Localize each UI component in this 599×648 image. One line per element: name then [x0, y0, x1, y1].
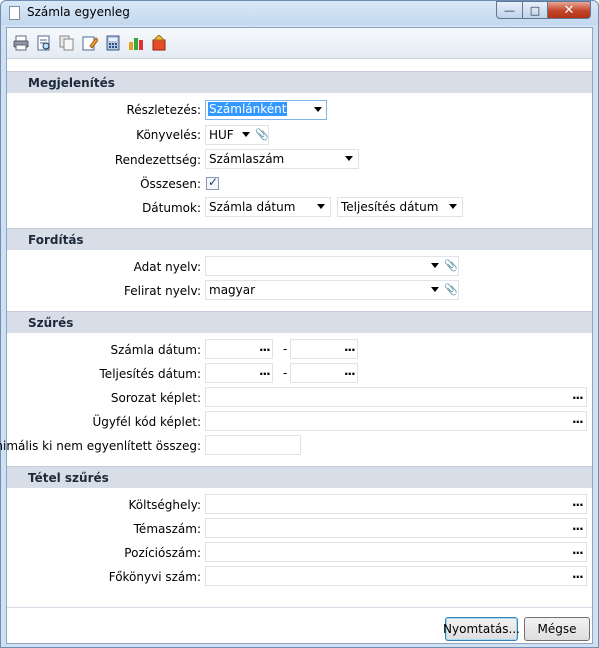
chart-icon[interactable]: [128, 35, 144, 51]
caption-language-label: Felirat nyelv:: [123, 284, 201, 298]
date-picker-icon[interactable]: ...: [344, 364, 356, 378]
export-icon[interactable]: [151, 34, 167, 51]
range-separator: -: [283, 366, 288, 380]
total-checkbox[interactable]: ✓: [206, 175, 219, 190]
section-translation-title: Fordítás: [28, 233, 84, 247]
cost-center-field[interactable]: ...: [205, 494, 587, 514]
invoice-date-label: Számla dátum:: [110, 343, 201, 357]
order-label: Rendezettség:: [114, 153, 201, 167]
calculator-icon[interactable]: [105, 35, 121, 51]
dates-label: Dátumok:: [142, 201, 201, 215]
checkmark-icon: ✓: [208, 175, 219, 189]
document-icon: [9, 6, 20, 20]
close-button[interactable]: ✕: [547, 1, 591, 19]
edit-icon[interactable]: [82, 35, 99, 51]
completion-date-to[interactable]: ...: [290, 363, 358, 383]
date1-select-value: Számla dátum: [209, 200, 296, 214]
section-filter-header: Szűrés: [7, 311, 592, 333]
min-amount-field[interactable]: [205, 435, 301, 455]
accounting-label: Könyvelés:: [136, 128, 201, 142]
topic-number-field[interactable]: ...: [205, 518, 587, 538]
date-picker-icon[interactable]: ...: [344, 340, 356, 354]
section-display-title: Megjelenítés: [28, 76, 115, 90]
print-button[interactable]: Nyomtatás...: [443, 617, 520, 641]
data-language-select[interactable]: 📎: [205, 256, 459, 276]
date2-select-value: Teljesítés dátum: [341, 200, 439, 214]
browse-icon[interactable]: ...: [572, 543, 584, 557]
caption-language-select[interactable]: magyar 📎: [205, 280, 459, 300]
chevron-down-icon: [449, 204, 457, 209]
title-bar[interactable]: Számla egyenleg — □ ✕: [1, 1, 598, 25]
detail-label: Részletezés:: [126, 103, 201, 117]
close-icon: ✕: [563, 2, 575, 18]
browse-icon[interactable]: ...: [572, 567, 584, 581]
detail-select[interactable]: Számlánként: [205, 100, 327, 120]
invoice-date-from[interactable]: ...: [205, 339, 273, 359]
chevron-down-icon: [317, 204, 325, 209]
section-item-filter-title: Tétel szűrés: [28, 471, 109, 485]
completion-date-from[interactable]: ...: [205, 363, 273, 383]
topic-number-label: Témaszám:: [133, 522, 201, 536]
maximize-button[interactable]: □: [522, 1, 548, 19]
chevron-down-icon: [431, 287, 439, 292]
section-filter-title: Szűrés: [28, 316, 74, 330]
series-formula-field[interactable]: ...: [205, 387, 587, 407]
accounting-select-value: HUF: [209, 128, 234, 142]
caption-language-value: magyar: [209, 283, 256, 297]
chevron-down-icon: [431, 263, 439, 268]
dialog-window: Számla egyenleg — □ ✕ Megjelenítés Részl…: [0, 0, 599, 648]
maximize-icon: □: [529, 3, 541, 17]
section-item-filter-header: Tétel szűrés: [7, 466, 592, 488]
browse-icon[interactable]: ...: [572, 412, 584, 426]
order-select-value: Számlaszám: [209, 152, 285, 166]
browse-icon[interactable]: ...: [572, 495, 584, 509]
ledger-number-field[interactable]: ...: [205, 566, 587, 586]
minimize-icon: —: [504, 3, 515, 17]
paperclip-icon[interactable]: 📎: [444, 259, 458, 272]
position-number-label: Pozíciószám:: [124, 546, 201, 560]
client-code-formula-label: Ügyfél kód képlet:: [92, 415, 201, 429]
data-language-label: Adat nyelv:: [133, 260, 201, 274]
section-translation-header: Fordítás: [7, 228, 592, 250]
completion-date-label: Teljesítés dátum:: [99, 367, 201, 381]
date-picker-icon[interactable]: ...: [259, 340, 271, 354]
ledger-number-label: Főkönyvi szám:: [108, 570, 201, 584]
minimize-button[interactable]: —: [496, 1, 523, 19]
order-select[interactable]: Számlaszám: [205, 149, 359, 169]
copy-icon[interactable]: [59, 35, 75, 51]
date1-select[interactable]: Számla dátum: [205, 197, 331, 217]
dialog-content: Megjelenítés Részletezés: Számlánként Kö…: [0, 27, 593, 644]
browse-icon[interactable]: ...: [572, 519, 584, 533]
date2-select[interactable]: Teljesítés dátum: [337, 197, 463, 217]
chevron-down-icon: [242, 132, 250, 137]
paperclip-icon[interactable]: 📎: [444, 283, 458, 296]
series-formula-label: Sorozat képlet:: [110, 391, 201, 405]
chevron-down-icon: [345, 156, 353, 161]
chevron-down-icon: [314, 107, 322, 112]
date-picker-icon[interactable]: ...: [259, 364, 271, 378]
print-icon[interactable]: [13, 35, 29, 51]
paperclip-icon[interactable]: 📎: [255, 128, 269, 141]
invoice-date-to[interactable]: ...: [290, 339, 358, 359]
browse-icon[interactable]: ...: [572, 388, 584, 402]
print-preview-icon[interactable]: [36, 35, 52, 51]
bottom-separator: [7, 607, 592, 608]
cancel-button[interactable]: Mégse: [524, 617, 590, 641]
min-amount-label: Minimális ki nem egyenlített összeg:: [0, 439, 201, 453]
toolbar: [7, 28, 592, 59]
total-label: Összesen:: [140, 177, 201, 191]
position-number-field[interactable]: ...: [205, 542, 587, 562]
window-title: Számla egyenleg: [27, 5, 130, 19]
detail-select-value: Számlánként: [208, 102, 288, 116]
range-separator: -: [283, 342, 288, 356]
client-code-formula-field[interactable]: ...: [205, 411, 587, 431]
accounting-select[interactable]: HUF 📎: [205, 125, 269, 145]
section-display-header: Megjelenítés: [7, 71, 592, 93]
cost-center-label: Költséghely:: [128, 498, 202, 512]
